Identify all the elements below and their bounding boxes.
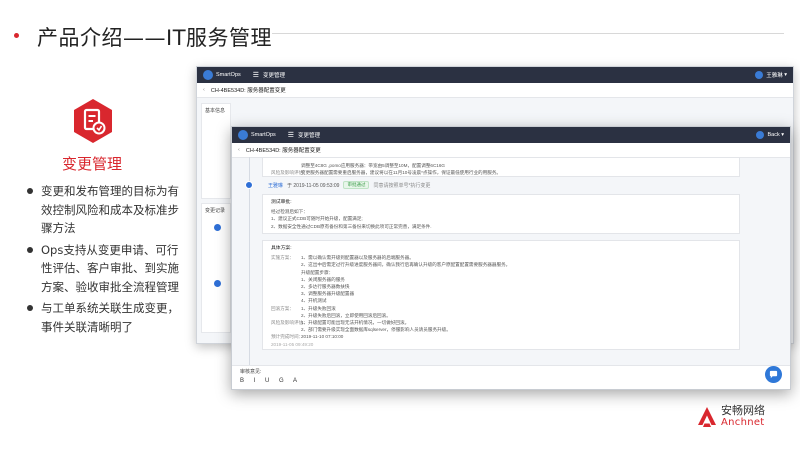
plan-line: 风险及影响评估：1、升级配置可能出现无法开机情况，一切做好回滚。: [271, 320, 410, 326]
entry-user[interactable]: 王雅琳: [268, 182, 283, 189]
plan-line: 2、升级失败后回滚，立即使用回滚后回滚。: [301, 312, 391, 318]
back-topbar: SmartOps ☰ 变更管理 王雅琳 ▾: [197, 67, 793, 83]
back-user-name[interactable]: 王雅琳: [766, 71, 783, 79]
avatar[interactable]: [756, 131, 765, 139]
test-approval-card: 测试审批: 经过检测后如下： 1、建议正式CDB可随时开始升级，配置满足; 2、…: [262, 194, 740, 234]
comment-label: 审核意见:: [240, 369, 262, 375]
plan-line: 2、多达行服务器数扶快: [301, 284, 350, 290]
feature-bullet: 与工单系统关联生成变更，事件关联清晰明了: [25, 299, 185, 336]
brand-logo: 安畅网络 Anchnet: [697, 405, 765, 428]
back-ticket-title: CH-4BE534D: 服务器配置变更: [210, 88, 286, 94]
timeline-avatar: [214, 224, 221, 231]
detail-line: 风险及影响评估：变更服务器配置需要重启服务器，建议将以在11月10号凌晨*点操作…: [271, 170, 502, 176]
front-app-name: SmartOps: [251, 132, 276, 138]
test-item: 2、数据安全性通过CDB原有备份和第三备份来切换此项可正常完善，满足条件.: [271, 223, 432, 229]
plan-line: 2、部门需要升级实现全面数据库sqlserver，停服影响人员请员服务升级。: [301, 327, 451, 333]
slide-title: 产品介绍——IT服务管理: [37, 26, 273, 50]
plan-footer-time: 2019-11-05 09:49:20: [271, 341, 314, 347]
menu-icon[interactable]: ☰: [288, 131, 294, 139]
back-menu-label[interactable]: 变更管理: [263, 71, 285, 79]
chevron-down-icon[interactable]: ▾: [783, 72, 787, 78]
feature-bullet-list: 变更和发布管理的目标为有效控制风险和成本及标准步骤方法 Ops支持从变更申请、可…: [25, 182, 185, 339]
plan-line: 预计完成时间：2019-11-10 07:10:00: [271, 334, 344, 340]
title-bullet-dot: [14, 33, 19, 38]
front-breadcrumb: ‹ CH-4BE534D: 服务器配置变更: [232, 143, 790, 158]
chevron-down-icon[interactable]: ▾: [780, 132, 784, 138]
status-badge: 审批通过: [343, 181, 370, 189]
plan-card: 具体方案: 实施方案： 1、需以确认需开级到配置器以及服务器的后端服务器。 2、这…: [262, 240, 740, 350]
plan-line: 回滚方案： 1、升级失败回滚: [271, 305, 336, 311]
plan-line: 实施方案： 1、需以确认需开级到配置器以及服务器的后端服务器。: [271, 255, 414, 261]
avatar[interactable]: [755, 71, 764, 79]
ticket-content: 调整至4C8G ,pomo应用服务器：带宽由5调整至10M，配置调整6C16G …: [262, 157, 762, 371]
top-detail-card: 调整至4C8G ,pomo应用服务器：带宽由5调整至10M，配置调整6C16G …: [262, 157, 740, 177]
plan-line: 2、这出中后需定过行升级进度服务器间，确认我行后再确认升级的客户原配置配置需要服…: [301, 262, 511, 268]
chat-button[interactable]: [765, 366, 782, 383]
menu-icon[interactable]: ☰: [253, 71, 259, 79]
comment-editor[interactable]: 审核意见: B I U G A: [232, 365, 790, 389]
front-app-window: SmartOps ☰ 变更管理 Back ▾ ‹ CH-4BE534D: 服务器…: [231, 126, 791, 390]
feature-bullet: 变更和发布管理的目标为有效控制风险和成本及标准步骤方法: [25, 182, 185, 238]
anchnet-logo-icon: [698, 406, 716, 427]
entry-timestamp: 于 2019-11-05 09:53:09: [287, 182, 340, 189]
back-breadcrumb: ‹ CH-4BE534D: 服务器配置变更: [197, 83, 793, 98]
back-basic-info-label: 基本信息: [205, 108, 226, 114]
plan-line: 1、关闭服务器的服务: [301, 276, 345, 282]
back-change-record-panel: 变更记录: [201, 203, 231, 333]
timeline-entry: 王雅琳 于 2019-11-05 09:53:09 审批通过 同意请按照单号*执…: [268, 181, 430, 189]
front-menu-label[interactable]: 变更管理: [298, 131, 320, 139]
back-arrow-icon[interactable]: ‹: [203, 87, 205, 93]
back-change-record-label: 变更记录: [205, 208, 226, 214]
timeline-avatar: [214, 280, 221, 287]
back-app-name: SmartOps: [216, 72, 241, 78]
back-arrow-icon[interactable]: ‹: [238, 147, 240, 153]
test-approval-heading: 测试审批:: [271, 200, 292, 205]
timeline-avatar: [245, 181, 253, 189]
plan-line: 4、开机测试: [301, 298, 327, 304]
smartops-logo-icon: [203, 70, 213, 80]
test-item: 1、建议正式CDB可随时开始升级，配置满足;: [271, 216, 363, 222]
title-divider: [272, 33, 784, 34]
change-document-icon: [74, 99, 112, 143]
chat-icon: [769, 370, 778, 379]
front-user-name[interactable]: Back: [767, 132, 779, 138]
detail-line: 调整至4C8G ,pomo应用服务器：带宽由5调整至10M，配置调整6C16G: [301, 163, 445, 168]
front-ticket-title: CH-4BE534D: 服务器配置变更: [245, 148, 321, 154]
feature-title: 变更管理: [62, 155, 123, 173]
brand-name-cn: 安畅网络: [721, 404, 765, 417]
plan-line: 3、调整服务器升级配置器: [301, 291, 355, 297]
plan-heading: 具体方案:: [271, 246, 292, 251]
feature-bullet: Ops支持从变更申请、可行性评估、客户审批、到实施方案、验收审批全流程管理: [25, 241, 185, 297]
smartops-logo-icon: [238, 130, 248, 140]
format-toolbar[interactable]: B I U G A: [240, 378, 782, 384]
entry-message: 同意请按照单号*执行变更: [373, 182, 431, 189]
test-intro: 经过检测后如下：: [271, 209, 308, 215]
plan-line: 升级配置步骤：: [301, 269, 334, 275]
front-topbar: SmartOps ☰ 变更管理 Back ▾: [232, 127, 790, 143]
brand-name-en: Anchnet: [721, 417, 765, 428]
back-basic-info-panel: 基本信息: [201, 103, 231, 199]
